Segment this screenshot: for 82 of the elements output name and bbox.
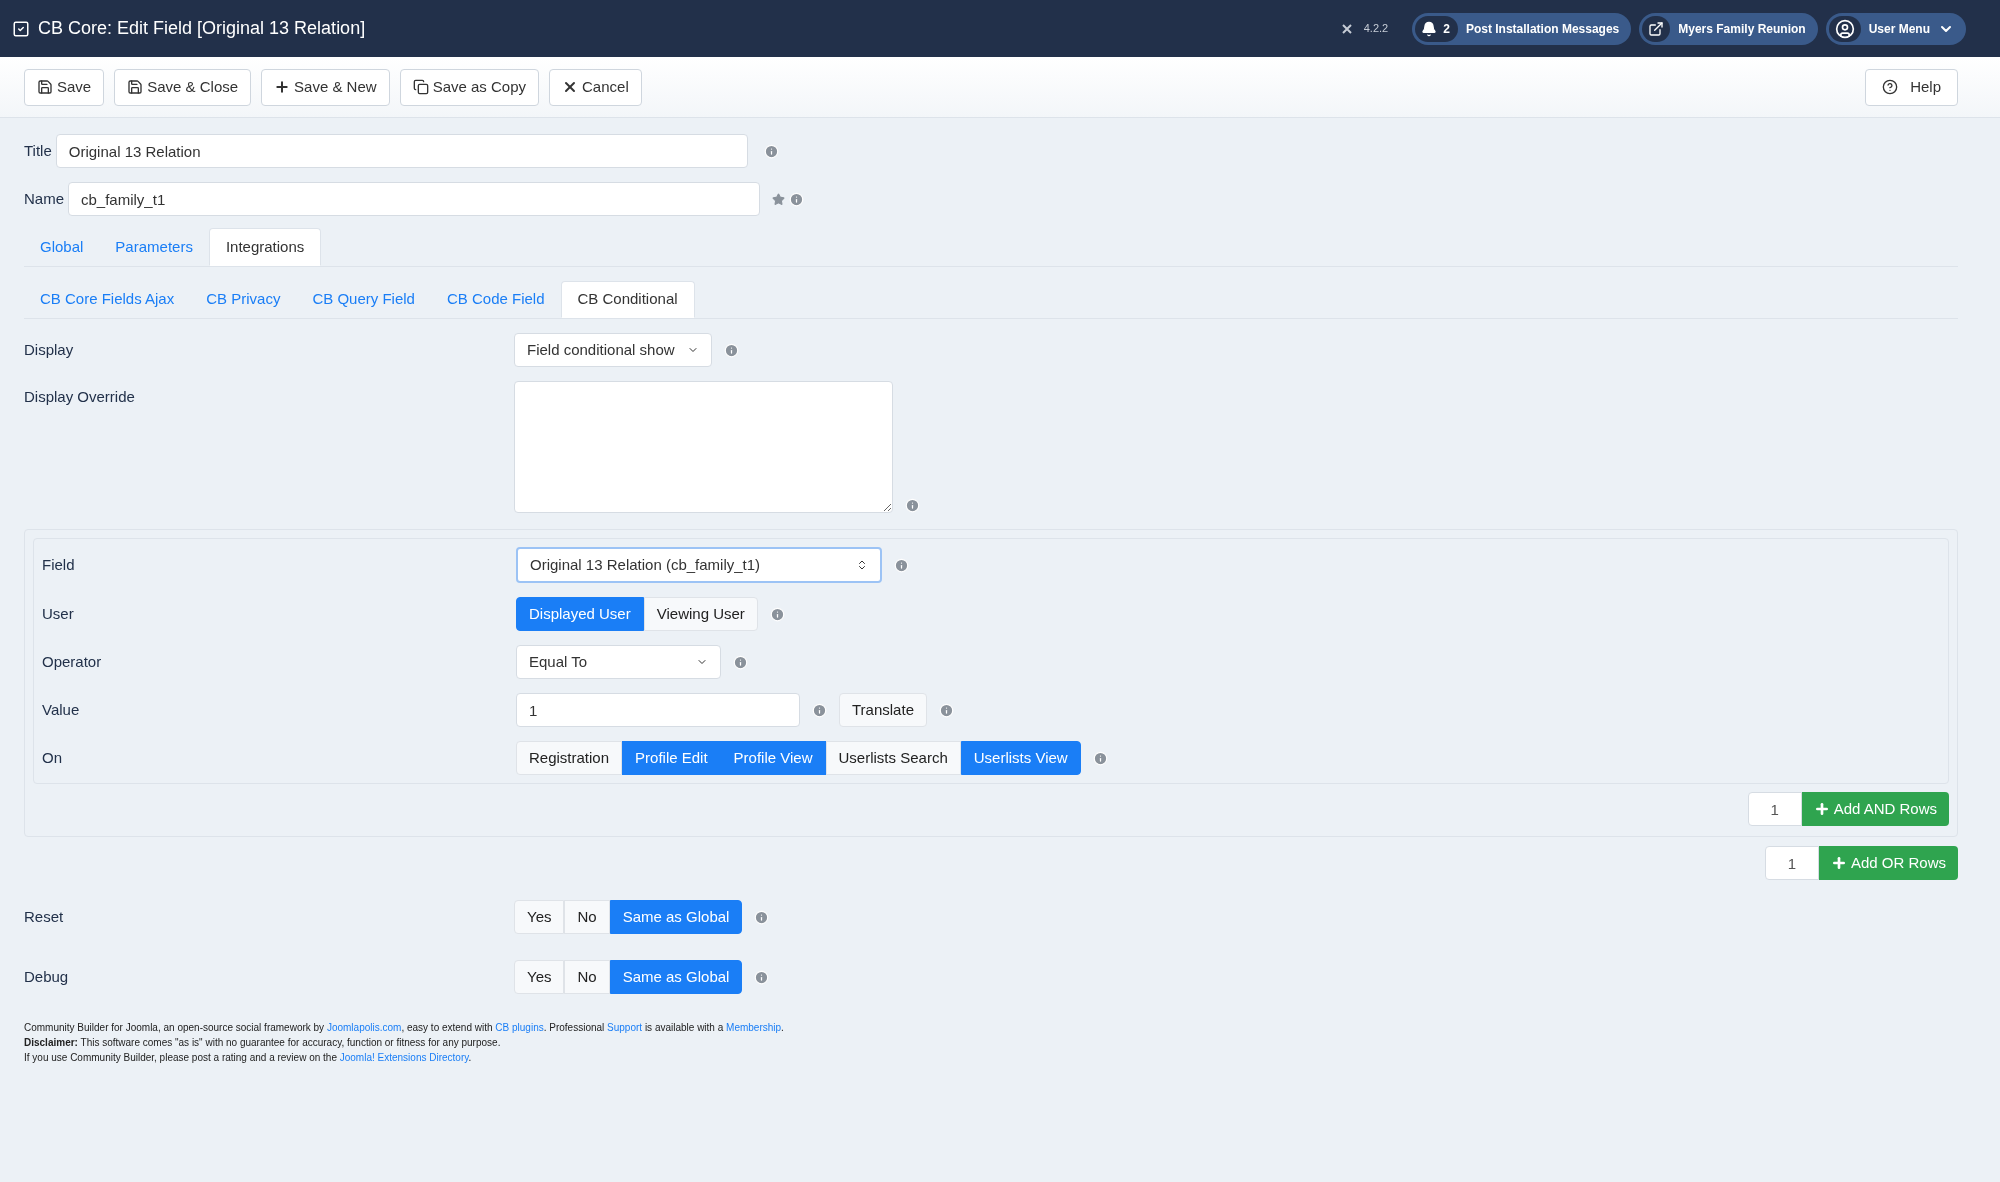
plus-icon [1830, 855, 1847, 871]
save-icon [37, 79, 53, 95]
star-icon [772, 192, 785, 206]
toggle-option[interactable]: Profile Edit [622, 741, 721, 775]
header-pill-button[interactable]: Myers Family Reunion [1639, 12, 1818, 45]
toggle-option[interactable]: No [564, 900, 610, 934]
toggle-option[interactable]: Same as Global [609, 900, 743, 934]
info-icon [894, 557, 909, 573]
field-label: Field [42, 556, 75, 573]
field-label: Name [24, 188, 64, 209]
value-input[interactable]: 1 [516, 693, 800, 727]
footer-text: If you use Community Builder, please post a rating and a review on the Joomla! Extensions Directory. [24, 1051, 473, 1065]
tab[interactable]: Integrations [208, 228, 322, 266]
toggle-option[interactable]: Registration [516, 741, 623, 775]
field-label: Value [42, 701, 80, 718]
display-select[interactable]: Field conditional show [514, 333, 712, 367]
updown-icon [856, 559, 868, 571]
info-icon [789, 191, 804, 207]
header-pill-button[interactable]: 2 Post Installation Messages [1412, 12, 1632, 45]
tab[interactable]: Global [24, 228, 100, 266]
field-label: On [42, 749, 62, 766]
tab[interactable]: CB Conditional [560, 281, 695, 318]
display-override-textarea[interactable] [514, 381, 893, 513]
field-label: Debug [24, 968, 69, 985]
user-icon [1834, 18, 1855, 39]
toggle-option[interactable]: Displayed User [516, 597, 644, 631]
notification-count: 2 [1442, 20, 1451, 38]
toolbar-button[interactable]: Cancel [549, 68, 642, 106]
info-icon [754, 909, 770, 925]
info-icon [733, 654, 748, 670]
info-icon [939, 702, 954, 718]
footer-link[interactable]: CB plugins [495, 1022, 544, 1033]
info-icon [1092, 750, 1108, 766]
info-icon [812, 702, 827, 718]
info-icon [754, 969, 770, 985]
field-label: Title [24, 140, 52, 161]
window-title: CB Core: Edit Field [Original 13 Relation] [38, 17, 366, 40]
toggle-option[interactable]: Profile View [720, 741, 826, 775]
logo-icon [1341, 23, 1352, 34]
save-icon [127, 79, 144, 95]
field-label: Display Override [24, 388, 135, 405]
info-icon [763, 143, 779, 159]
field-label: User [42, 605, 74, 622]
field-label: Display [24, 341, 74, 358]
toggle-option[interactable]: Same as Global [609, 960, 743, 994]
toolbar-button[interactable]: Save & New [261, 68, 390, 106]
toggle-option[interactable]: Yes [514, 900, 565, 934]
copy-icon [412, 79, 429, 95]
field-label: Operator [42, 653, 102, 670]
tab[interactable]: CB Privacy [190, 281, 297, 318]
footer-text: Disclaimer: This software comes "as is" with no guarantee for accuracy, function or fitness for any purpose. [24, 1036, 502, 1050]
field-label: Reset [24, 908, 64, 925]
header-pill-button[interactable]: User Menu [1825, 12, 1966, 45]
toggle-option[interactable]: Yes [514, 960, 565, 994]
plus-icon [1813, 801, 1830, 817]
toolbar-button[interactable]: Save as Copy [399, 68, 540, 106]
version-label: 4.2.2 [1363, 21, 1389, 37]
field-select[interactable]: Original 13 Relation (cb_family_t1) [516, 547, 882, 583]
count-input[interactable]: 1 [1747, 792, 1802, 826]
tab[interactable]: Parameters [99, 228, 209, 266]
toggle-option[interactable]: Viewing User [643, 597, 758, 631]
title-input[interactable]: Original 13 Relation [55, 134, 748, 168]
info-icon [769, 606, 785, 622]
footer-link[interactable]: Support [607, 1022, 643, 1033]
external-link-icon [1648, 20, 1665, 37]
toggle-option[interactable]: No [564, 960, 610, 994]
translate-button[interactable]: Translate [839, 693, 927, 727]
tab[interactable]: CB Query Field [296, 281, 431, 318]
name-input[interactable]: cb_family_t1 [68, 182, 760, 216]
toggle-option[interactable]: Userlists View [960, 741, 1081, 775]
operator-select[interactable]: Equal To [516, 645, 721, 679]
toggle-option[interactable]: Userlists Search [825, 741, 961, 775]
info-icon [723, 342, 739, 358]
count-input[interactable]: 1 [1764, 846, 1819, 880]
help-button[interactable]: Help [1865, 68, 1958, 106]
toolbar-button[interactable]: Save [24, 68, 105, 106]
toolbar-button[interactable]: Save & Close [114, 68, 252, 106]
footer-text: Community Builder for Joomla, an open-source social framework by Joomlapolis.com, easy to extend with CB plugins. Professional Support is available with a Membership. [24, 1021, 785, 1035]
bell-icon [1421, 20, 1438, 37]
help-icon [1882, 79, 1899, 95]
checkbox-icon [12, 19, 30, 38]
info-icon [905, 498, 920, 513]
